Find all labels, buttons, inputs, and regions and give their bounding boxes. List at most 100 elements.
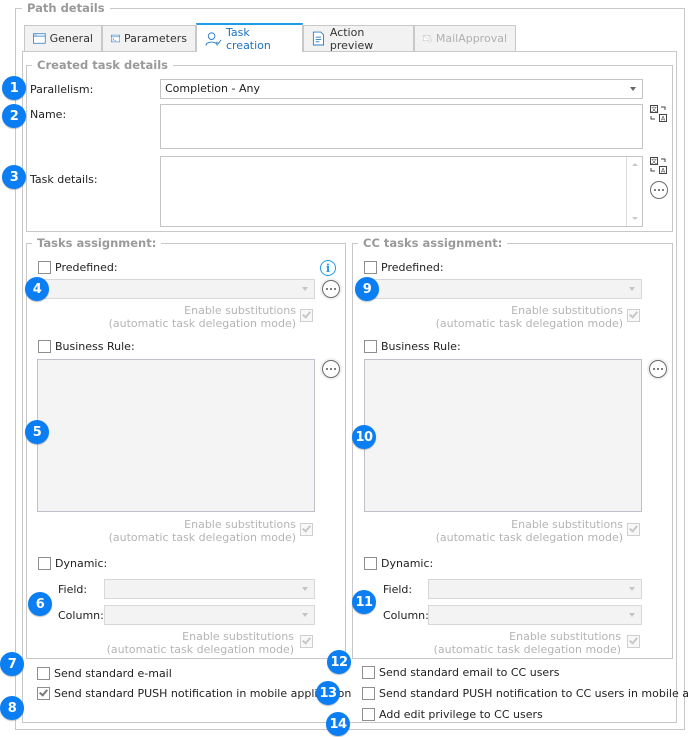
enable-substitutions-line1: Enable substitutions [509,630,621,643]
scroll-up-icon[interactable] [632,163,638,166]
task-details-scrollbar[interactable] [626,157,642,226]
tab-action-preview-label: Action preview [329,25,374,52]
cc-business-rule-more-button[interactable] [649,360,667,378]
cc-enable-substitutions-checkbox-3[interactable] [627,635,640,648]
name-label: Name: [30,108,67,121]
badge-6: 6 [28,592,52,616]
chevron-down-icon [302,287,308,291]
predefined-select[interactable] [37,279,315,299]
send-cc-email-checkbox[interactable] [362,666,375,679]
cc-enable-substitutions-label-3: Enable substitutions (automatic task del… [434,630,621,656]
dot [329,287,333,291]
send-push-checkbox[interactable] [37,687,50,700]
tab-parameters[interactable]: Parameters [102,25,196,51]
send-cc-email-label: Send standard email to CC users [379,666,560,679]
tab-action-preview[interactable]: Action preview [303,25,414,52]
chevron-down-icon [629,287,635,291]
cc-enable-substitutions-checkbox-2[interactable] [627,523,640,536]
tasks-assignment-title: Tasks assignment: [32,236,162,250]
chevron-down-icon [302,587,308,591]
send-cc-push-checkbox[interactable] [362,687,375,700]
enable-substitutions-line1: Enable substitutions [182,630,294,643]
tab-general[interactable]: General [24,25,102,51]
send-cc-push-label: Send standard PUSH notification to CC us… [379,687,690,700]
cc-tasks-assignment-title: CC tasks assignment: [358,236,508,250]
cc-predefined-label: Predefined: [381,261,444,274]
task-details-input[interactable] [160,156,643,227]
cc-predefined-checkbox[interactable] [364,261,377,274]
cc-predefined-select[interactable] [363,279,642,299]
task-details-more-button[interactable] [650,181,668,199]
dot [329,367,333,371]
window-icon [33,33,46,44]
cc-business-rule-label: Business Rule: [381,340,461,353]
add-edit-privilege-checkbox[interactable] [362,708,375,721]
scroll-down-icon[interactable] [632,217,638,220]
cc-column-label: Column: [383,609,429,622]
translate-icon[interactable]: 文A [650,157,668,175]
name-input[interactable] [160,104,643,149]
send-push-label: Send standard PUSH notification in mobil… [54,687,352,700]
dynamic-label: Dynamic: [55,557,108,570]
check-icon [629,523,638,533]
enable-substitutions-line2: (automatic task delegation mode) [108,531,296,544]
tab-task-creation[interactable]: Task creation [196,23,303,52]
console-window-icon [111,34,121,43]
badge-7: 7 [0,652,24,676]
badge-13: 13 [316,681,340,705]
field-select[interactable] [104,579,315,599]
document-preview-icon [312,31,325,45]
cc-enable-substitutions-checkbox-1[interactable] [627,309,640,322]
cc-business-rule-editor[interactable] [364,359,642,512]
info-icon[interactable]: i [320,260,336,276]
business-rule-checkbox[interactable] [38,340,51,353]
dot [333,367,337,371]
tab-task-creation-label: Task creation [225,25,271,52]
badge-10: 10 [352,425,376,449]
chevron-down-icon [630,87,636,91]
dot [653,188,657,192]
enable-substitutions-label-3: Enable substitutions (automatic task del… [107,630,294,656]
predefined-more-button[interactable] [322,280,340,298]
badge-11: 11 [352,590,376,614]
path-details-title: Path details [22,1,110,15]
dot [656,367,660,371]
dot [660,367,664,371]
field-label: Field: [58,583,88,596]
predefined-checkbox[interactable] [38,261,51,274]
task-details-label: Task details: [30,173,98,186]
send-email-label: Send standard e-mail [54,667,172,680]
chevron-down-icon [302,613,308,617]
cc-column-select[interactable] [428,605,642,625]
business-rule-more-button[interactable] [322,360,340,378]
column-select[interactable] [104,605,315,625]
enable-substitutions-line2: (automatic task delegation mode) [435,531,623,544]
enable-substitutions-line2: (automatic task delegation mode) [106,643,294,656]
cc-dynamic-checkbox[interactable] [364,557,377,570]
check-icon [302,635,311,645]
dot [652,367,656,371]
business-rule-label: Business Rule: [55,340,135,353]
enable-substitutions-line2: (automatic task delegation mode) [433,643,621,656]
cc-enable-substitutions-label-2: Enable substitutions (automatic task del… [436,518,623,544]
enable-substitutions-checkbox-3[interactable] [300,635,313,648]
check-icon [302,309,311,319]
cc-business-rule-checkbox[interactable] [364,340,377,353]
badge-5: 5 [25,420,49,444]
enable-substitutions-checkbox-2[interactable] [300,523,313,536]
check-icon [629,309,638,319]
enable-substitutions-checkbox-1[interactable] [300,309,313,322]
parallelism-select[interactable]: Completion - Any [160,79,643,99]
parallelism-label: Parallelism: [30,83,94,96]
tab-general-label: General [49,32,93,45]
check-icon [39,687,48,697]
cc-field-select[interactable] [428,579,642,599]
badge-1: 1 [2,76,26,100]
dynamic-checkbox[interactable] [38,557,51,570]
enable-substitutions-label-2: Enable substitutions (automatic task del… [109,518,296,544]
translate-icon[interactable]: 文A [650,105,668,123]
cc-field-label: Field: [383,583,413,596]
send-email-checkbox[interactable] [37,667,50,680]
business-rule-editor[interactable] [37,359,315,512]
tab-mail-approval[interactable]: MailApproval [414,25,516,51]
